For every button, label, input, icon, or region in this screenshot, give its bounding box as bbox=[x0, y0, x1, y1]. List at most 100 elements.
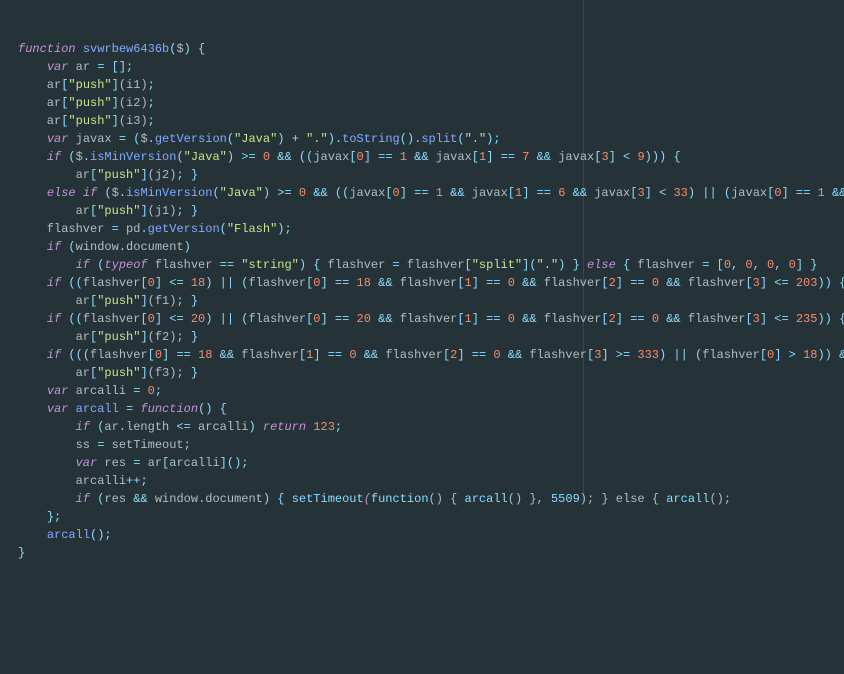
token: "push" bbox=[97, 294, 140, 308]
token: ) bbox=[263, 492, 270, 506]
token: 2 bbox=[609, 276, 616, 290]
token: res bbox=[97, 456, 133, 470]
token: flashver bbox=[630, 258, 702, 272]
token: )) bbox=[817, 312, 831, 326]
token: function bbox=[140, 402, 198, 416]
token: { bbox=[220, 402, 227, 416]
token bbox=[328, 312, 335, 326]
token: ar bbox=[18, 366, 90, 380]
token: [ bbox=[140, 276, 147, 290]
token bbox=[191, 348, 198, 362]
token bbox=[140, 384, 147, 398]
token: ) bbox=[299, 258, 306, 272]
token bbox=[357, 348, 364, 362]
token: && bbox=[364, 348, 378, 362]
token: if bbox=[76, 492, 90, 506]
token bbox=[18, 348, 47, 362]
token: (f1) bbox=[148, 294, 177, 308]
token: . bbox=[119, 186, 126, 200]
token: && bbox=[522, 312, 536, 326]
token: if bbox=[83, 186, 97, 200]
token: function bbox=[371, 492, 429, 506]
token: else bbox=[616, 492, 645, 506]
token: ] bbox=[616, 276, 623, 290]
token: 0 bbox=[652, 276, 659, 290]
token: ] bbox=[796, 258, 803, 272]
token: 123 bbox=[313, 420, 335, 434]
token: && bbox=[277, 150, 291, 164]
token: ) bbox=[248, 420, 255, 434]
token: () bbox=[429, 492, 443, 506]
token bbox=[796, 348, 803, 362]
token: ( bbox=[364, 492, 371, 506]
token: arcalli bbox=[191, 420, 249, 434]
token: 0 bbox=[652, 312, 659, 326]
token: ss bbox=[18, 438, 97, 452]
token: 18 bbox=[191, 276, 205, 290]
token: (j1) bbox=[148, 204, 177, 218]
token: (( bbox=[299, 150, 313, 164]
token: flashver bbox=[702, 348, 760, 362]
token: javax bbox=[587, 186, 630, 200]
token: 0 bbox=[724, 258, 731, 272]
token: flashver bbox=[148, 258, 220, 272]
token: "push" bbox=[68, 114, 111, 128]
token: "Flash" bbox=[227, 222, 277, 236]
token: { bbox=[839, 276, 844, 290]
token: arcalli bbox=[68, 384, 133, 398]
token: $ bbox=[176, 42, 183, 56]
token: { bbox=[839, 312, 844, 326]
token bbox=[709, 258, 716, 272]
token bbox=[184, 294, 191, 308]
token bbox=[292, 150, 299, 164]
token: (). bbox=[400, 132, 422, 146]
token: 0 bbox=[745, 258, 752, 272]
token: ] bbox=[313, 348, 320, 362]
token: ( bbox=[212, 186, 219, 200]
token: && bbox=[573, 186, 587, 200]
token: toString bbox=[342, 132, 400, 146]
token: ) bbox=[184, 42, 191, 56]
token: javax bbox=[313, 150, 349, 164]
token: window bbox=[148, 492, 198, 506]
token bbox=[501, 348, 508, 362]
token bbox=[688, 348, 695, 362]
token: () bbox=[508, 492, 522, 506]
token: ( bbox=[176, 150, 183, 164]
token bbox=[68, 402, 75, 416]
token: if bbox=[47, 240, 61, 254]
token: flashver bbox=[537, 276, 602, 290]
code-editor[interactable]: function svwrbew6436b($) { var ar = []; … bbox=[0, 36, 844, 566]
token: } bbox=[191, 330, 198, 344]
token: && bbox=[839, 348, 844, 362]
token: ; bbox=[335, 420, 342, 434]
token bbox=[544, 492, 551, 506]
token: 235 bbox=[796, 312, 818, 326]
token bbox=[18, 510, 47, 524]
token bbox=[256, 420, 263, 434]
token: ) bbox=[277, 132, 284, 146]
token: flashver bbox=[393, 312, 458, 326]
token: ] bbox=[140, 204, 147, 218]
token: 9 bbox=[637, 150, 644, 164]
token: && bbox=[666, 312, 680, 326]
token: "push" bbox=[68, 96, 111, 110]
token bbox=[18, 456, 76, 470]
token: } bbox=[18, 546, 25, 560]
token: 18 bbox=[803, 348, 817, 362]
token: == bbox=[630, 312, 644, 326]
token: ] bbox=[472, 312, 479, 326]
token: else bbox=[587, 258, 616, 272]
token bbox=[212, 348, 219, 362]
token: (); bbox=[90, 528, 112, 542]
token bbox=[501, 312, 508, 326]
token bbox=[18, 186, 47, 200]
token: && bbox=[666, 276, 680, 290]
token: "push" bbox=[68, 78, 111, 92]
token: 0 bbox=[155, 348, 162, 362]
token: } bbox=[191, 204, 198, 218]
token: ); bbox=[580, 492, 594, 506]
token bbox=[832, 312, 839, 326]
token: ar bbox=[68, 60, 97, 74]
token: (i1) bbox=[119, 78, 148, 92]
